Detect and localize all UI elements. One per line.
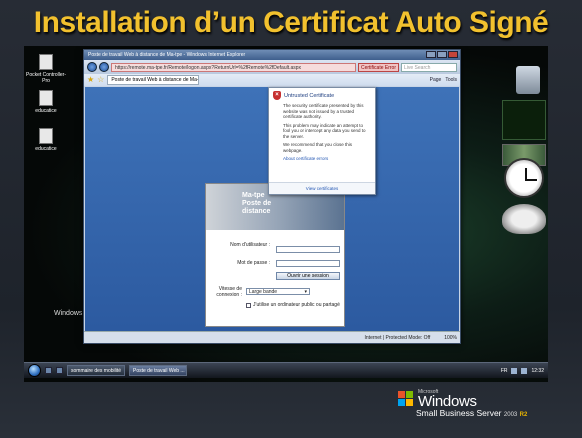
password-input[interactable] [276,260,340,267]
show-desktop-icon[interactable] [45,367,52,374]
certificate-popup: × Untrusted Certificate The security cer… [268,87,376,195]
window-title-bar[interactable]: Poste de travail Web à distance de Ma-tp… [84,50,460,60]
system-tray: FR 12:32 [501,367,544,374]
address-input[interactable]: https://remote.ma-tpe.fr/Remote/logon.as… [111,62,356,72]
slide-title: Installation d’un Certificat Auto Signé [33,6,549,39]
login-header-line3: distance [242,208,271,215]
view-certificates-button[interactable]: View certificates [269,182,375,194]
windows-sbs-branding: Microsoft Windows Small Business Server … [398,389,568,429]
open-session-button[interactable]: Ouvrir une session [276,272,340,280]
volume-icon[interactable] [521,367,528,374]
desktop-icon-educatice-1[interactable]: educatice [24,90,68,114]
shield-error-icon: × [273,91,281,100]
cert-message-1: The security certificate presented by th… [283,103,364,119]
desktop-icon-label: educatice [35,108,57,114]
security-zone[interactable]: Internet | Protected Mode: Off [365,335,431,341]
windows-logo: Windows [54,310,83,317]
cert-popup-title: Untrusted Certificate [284,92,335,99]
username-label: Nom d'utilisateur : [230,242,270,248]
certificate-error-button[interactable]: Certificate Error [357,62,399,72]
brand-sbs: Small Business Server 2003 R2 [416,408,527,418]
taskbar: sommaire des mobilité Poste de travail W… [24,362,548,378]
recycle-bin-icon[interactable] [516,66,540,94]
clock[interactable]: 12:32 [531,368,544,374]
windows-flag-icon [398,391,414,407]
desktop-icon-educatice-2[interactable]: educatice [24,128,68,152]
taskbar-item[interactable]: Poste de travail Web ... [129,365,187,376]
switch-windows-icon[interactable] [56,367,63,374]
app-icon [39,54,53,70]
cert-message-2: This problem may indicate an attempt to … [283,122,366,139]
back-icon[interactable] [87,62,97,72]
speed-select[interactable]: Large bande ▾ [246,288,310,295]
tab-row: ★ ☆ Poste de travail Web à distance de M… [84,74,460,86]
clock-minute-hand [525,179,537,181]
cert-message-3: We recommend that you close this webpage… [283,142,352,153]
language-indicator[interactable]: FR [501,368,508,374]
public-computer-label: J'utilise un ordinateur public ou partag… [253,302,340,308]
tools-menu[interactable]: Tools [445,77,457,83]
public-computer-checkbox[interactable] [246,303,251,308]
brand-version: 2003 [503,412,518,418]
clock-gadget[interactable] [504,158,544,198]
start-button[interactable] [28,364,41,377]
address-row: https://remote.ma-tpe.fr/Remote/logon.as… [84,60,460,74]
desktop-icon-label: educatice [35,146,57,152]
add-favorites-icon[interactable]: ☆ [97,76,104,84]
page-menu[interactable]: Page [430,77,442,83]
taskbar-item[interactable]: sommaire des mobilité [67,365,125,376]
document-icon [39,128,53,144]
window-title: Poste de travail Web à distance de Ma-tp… [88,52,246,58]
username-input[interactable] [276,246,340,253]
browser-tab[interactable]: Poste de travail Web à distance de Ma-..… [107,75,200,85]
cpu-meter-gadget[interactable] [502,204,546,234]
forward-icon[interactable] [99,62,109,72]
password-label: Mot de passe : [237,260,270,266]
desktop: Pocket Controller-Pro educatice educatic… [24,46,548,382]
about-cert-errors-link[interactable]: About certificate errors [269,156,375,161]
network-icon[interactable] [511,367,518,374]
login-header-line2: Poste de [242,200,272,207]
desktop-icon-label: Pocket Controller-Pro [25,72,66,84]
document-icon [39,90,53,106]
status-bar: Internet | Protected Mode: Off 100% [84,331,460,343]
close-button[interactable] [448,51,458,58]
zoom-level[interactable]: 100% [444,335,457,341]
minimize-button[interactable] [426,51,436,58]
ie-window: Poste de travail Web à distance de Ma-tp… [83,49,461,344]
brand-r2: R2 [519,412,528,418]
speed-label: Vitesse de connexion : [216,286,242,298]
brand-sbs-name: Small Business Server [416,408,502,418]
maximize-button[interactable] [437,51,447,58]
speed-select-value: Large bande [249,289,278,295]
desktop-icon-pocket-controller[interactable]: Pocket Controller-Pro [24,54,68,84]
map-gadget[interactable] [502,100,546,140]
chevron-down-icon: ▾ [304,289,307,295]
search-input[interactable]: Live Search [401,62,457,72]
favorites-star-icon[interactable]: ★ [87,76,94,84]
login-panel: Ma-tpe Poste de distance Nom d'utilisate… [205,183,345,327]
